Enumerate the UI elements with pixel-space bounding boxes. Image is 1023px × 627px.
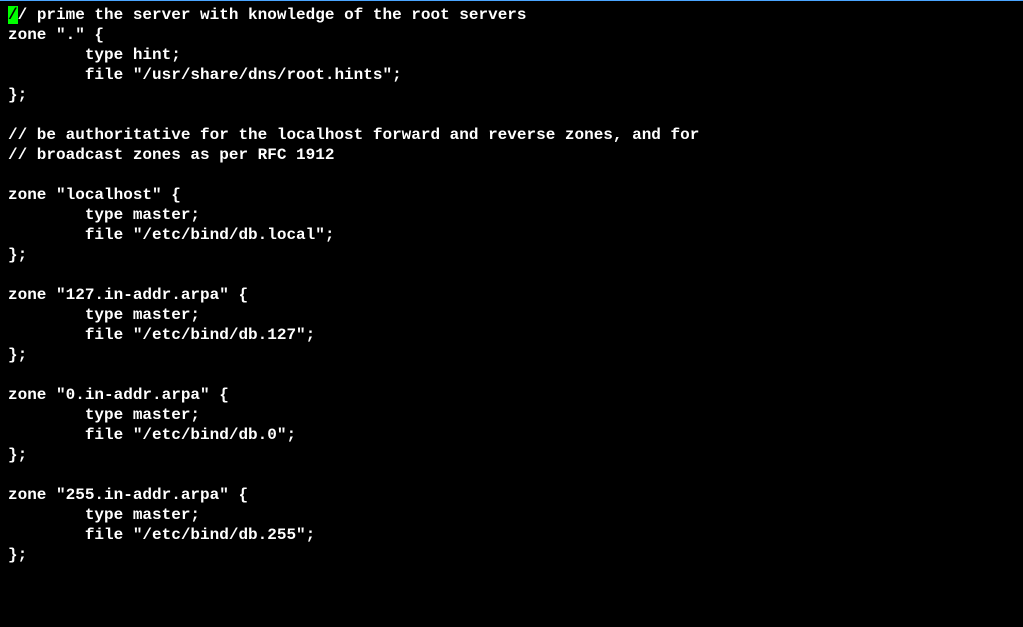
config-line-1: zone "." { — [8, 25, 1023, 45]
line-text-0: / prime the server with knowledge of the… — [18, 6, 527, 24]
config-line-10: type master; — [8, 205, 1023, 225]
config-line-9: zone "localhost" { — [8, 185, 1023, 205]
config-line-6: // be authoritative for the localhost fo… — [8, 125, 1023, 145]
config-line-24: zone "255.in-addr.arpa" { — [8, 485, 1023, 505]
config-line-13 — [8, 265, 1023, 285]
config-line-3: file "/usr/share/dns/root.hints"; — [8, 65, 1023, 85]
config-line-20: type master; — [8, 405, 1023, 425]
config-line-12: }; — [8, 245, 1023, 265]
config-line-14: zone "127.in-addr.arpa" { — [8, 285, 1023, 305]
config-line-23 — [8, 465, 1023, 485]
config-line-4: }; — [8, 85, 1023, 105]
config-line-8 — [8, 165, 1023, 185]
config-line-18 — [8, 365, 1023, 385]
config-line-19: zone "0.in-addr.arpa" { — [8, 385, 1023, 405]
config-line-17: }; — [8, 345, 1023, 365]
config-line-5 — [8, 105, 1023, 125]
config-line-25: type master; — [8, 505, 1023, 525]
config-line-11: file "/etc/bind/db.local"; — [8, 225, 1023, 245]
config-line-0: // prime the server with knowledge of th… — [8, 5, 1023, 25]
config-line-2: type hint; — [8, 45, 1023, 65]
config-line-21: file "/etc/bind/db.0"; — [8, 425, 1023, 445]
terminal-editor[interactable]: // prime the server with knowledge of th… — [8, 5, 1023, 565]
config-line-7: // broadcast zones as per RFC 1912 — [8, 145, 1023, 165]
config-line-27: }; — [8, 545, 1023, 565]
config-line-26: file "/etc/bind/db.255"; — [8, 525, 1023, 545]
cursor: / — [8, 6, 18, 24]
config-line-16: file "/etc/bind/db.127"; — [8, 325, 1023, 345]
config-line-15: type master; — [8, 305, 1023, 325]
config-line-22: }; — [8, 445, 1023, 465]
